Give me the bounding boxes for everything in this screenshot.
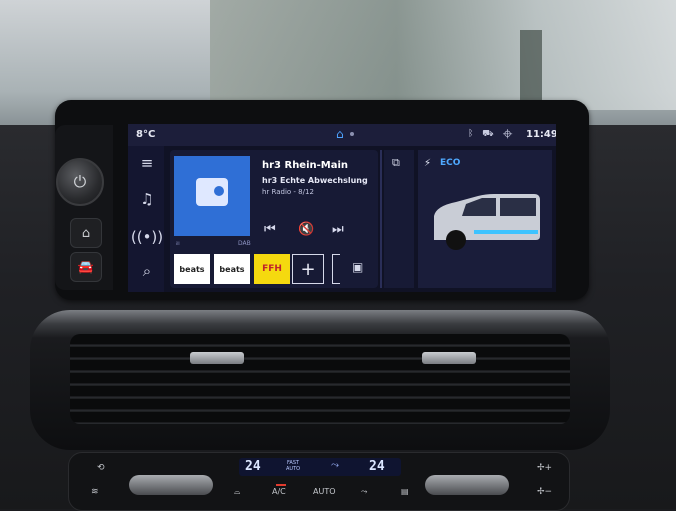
auto-button[interactable]: AUTO bbox=[313, 487, 336, 496]
auto-mode-label: FAST AUTO bbox=[286, 460, 300, 472]
next-icon[interactable]: ⏭ bbox=[332, 222, 344, 237]
status-bar: 8°C ⌂ ᛒ ⛟ ⌖ 11:49 bbox=[128, 124, 556, 146]
airflow-mode-icon[interactable]: ⤳ bbox=[361, 487, 367, 497]
left-temp-slider[interactable] bbox=[129, 475, 213, 495]
connected-car-icon: ⛟ bbox=[482, 129, 497, 139]
eco-widget[interactable]: ⚡ ECO bbox=[418, 150, 552, 288]
van-rear-window bbox=[500, 198, 536, 216]
music-note-icon[interactable]: ♫ bbox=[136, 188, 158, 210]
vent-louvers bbox=[70, 334, 570, 424]
air-vent bbox=[30, 310, 610, 450]
car-hard-button[interactable]: 🚘 bbox=[70, 252, 102, 282]
touch-screen: 8°C ⌂ ᛒ ⛟ ⌖ 11:49 ≡ ♫ ((•)) ⌕ ᵢₗₗ DAB hr… bbox=[128, 124, 556, 292]
fan-up-icon[interactable]: ✢+ bbox=[537, 463, 552, 473]
recirculation-icon[interactable]: ⟲ bbox=[97, 463, 105, 473]
station-name: hr3 Rhein-Main bbox=[262, 160, 349, 171]
mid-column: ⧉ bbox=[384, 150, 414, 288]
home-icon: ⌂ bbox=[81, 225, 91, 241]
screen-mirror-icon[interactable]: ⧉ bbox=[392, 156, 400, 170]
panel-divider bbox=[380, 150, 382, 288]
status-icons: ᛒ ⛟ ⌖ bbox=[468, 129, 516, 140]
source-info: hr Radio - 8/12 bbox=[262, 188, 314, 196]
location-icon: ⌖ bbox=[502, 129, 516, 139]
van-front-wheel bbox=[446, 230, 466, 250]
rear-defrost-icon[interactable]: ▤ bbox=[401, 487, 409, 496]
climate-display: 24 FAST AUTO ⤳ 24 bbox=[239, 458, 401, 476]
media-widget[interactable]: ᵢₗₗ DAB hr3 Rhein-Main hr3 Echte Abwechs… bbox=[170, 150, 378, 288]
preset-2[interactable]: beats bbox=[214, 254, 250, 284]
previous-icon[interactable]: ⏮ bbox=[264, 222, 276, 237]
bolt-icon: ⚡ bbox=[424, 158, 432, 169]
battery-bar bbox=[474, 230, 538, 234]
airflow-icon: ⤳ bbox=[331, 460, 339, 471]
station-artwork bbox=[174, 156, 250, 236]
climate-control-panel: ⟲ ≋ 24 FAST AUTO ⤳ 24 ⌓ A/C AUTO ⤳ ▤ ✢+ ✢… bbox=[68, 452, 570, 511]
front-defrost-icon[interactable]: ⌓ bbox=[234, 487, 240, 497]
vent-adjuster-left[interactable] bbox=[190, 352, 244, 364]
ac-indicator-led bbox=[276, 484, 286, 486]
song-title: hr3 Echte Abwechslung bbox=[262, 176, 368, 185]
power-volume-knob[interactable]: ⏻ bbox=[56, 158, 104, 206]
wallet-icon[interactable]: ▣ bbox=[352, 260, 363, 274]
preset-3[interactable]: FFH bbox=[254, 254, 290, 284]
search-icon[interactable]: ⌕ bbox=[136, 260, 158, 282]
side-nav: ≡ ♫ ((•)) ⌕ bbox=[128, 146, 164, 292]
add-preset-button[interactable]: + bbox=[292, 254, 324, 284]
home-icon[interactable]: ⌂ bbox=[336, 127, 344, 141]
page-indicator bbox=[350, 132, 354, 136]
windshield-view bbox=[210, 0, 676, 110]
preset-1[interactable]: beats bbox=[174, 254, 210, 284]
eco-label: ECO bbox=[440, 158, 461, 168]
auto-mode-bottom: AUTO bbox=[286, 466, 301, 472]
van-illustration bbox=[434, 194, 540, 250]
mute-icon[interactable]: 🔇 bbox=[298, 222, 314, 237]
clock: 11:49 bbox=[526, 129, 556, 140]
right-temp-slider[interactable] bbox=[425, 475, 509, 495]
preset-scroll-indicator bbox=[332, 254, 340, 284]
home-hard-button[interactable]: ⌂ bbox=[70, 218, 102, 248]
radio-wave-icon[interactable]: ((•)) bbox=[131, 226, 163, 248]
windshield-plant bbox=[520, 30, 542, 110]
right-temperature: 24 bbox=[369, 459, 385, 474]
ac-button[interactable]: A/C bbox=[272, 487, 286, 496]
menu-icon[interactable]: ≡ bbox=[136, 152, 158, 174]
dab-badge: DAB bbox=[238, 240, 251, 247]
heated-seat-icon[interactable]: ≋ bbox=[91, 487, 99, 497]
fan-down-icon[interactable]: ✢− bbox=[537, 487, 552, 497]
vent-adjuster-right[interactable] bbox=[422, 352, 476, 364]
car-icon: 🚘 bbox=[77, 259, 95, 275]
power-icon: ⏻ bbox=[73, 172, 87, 191]
radio-icon bbox=[196, 178, 228, 206]
outside-temperature: 8°C bbox=[136, 129, 156, 140]
left-temperature: 24 bbox=[245, 459, 261, 474]
signal-strength: ᵢₗₗ bbox=[176, 239, 180, 247]
bluetooth-icon: ᛒ bbox=[468, 129, 477, 139]
